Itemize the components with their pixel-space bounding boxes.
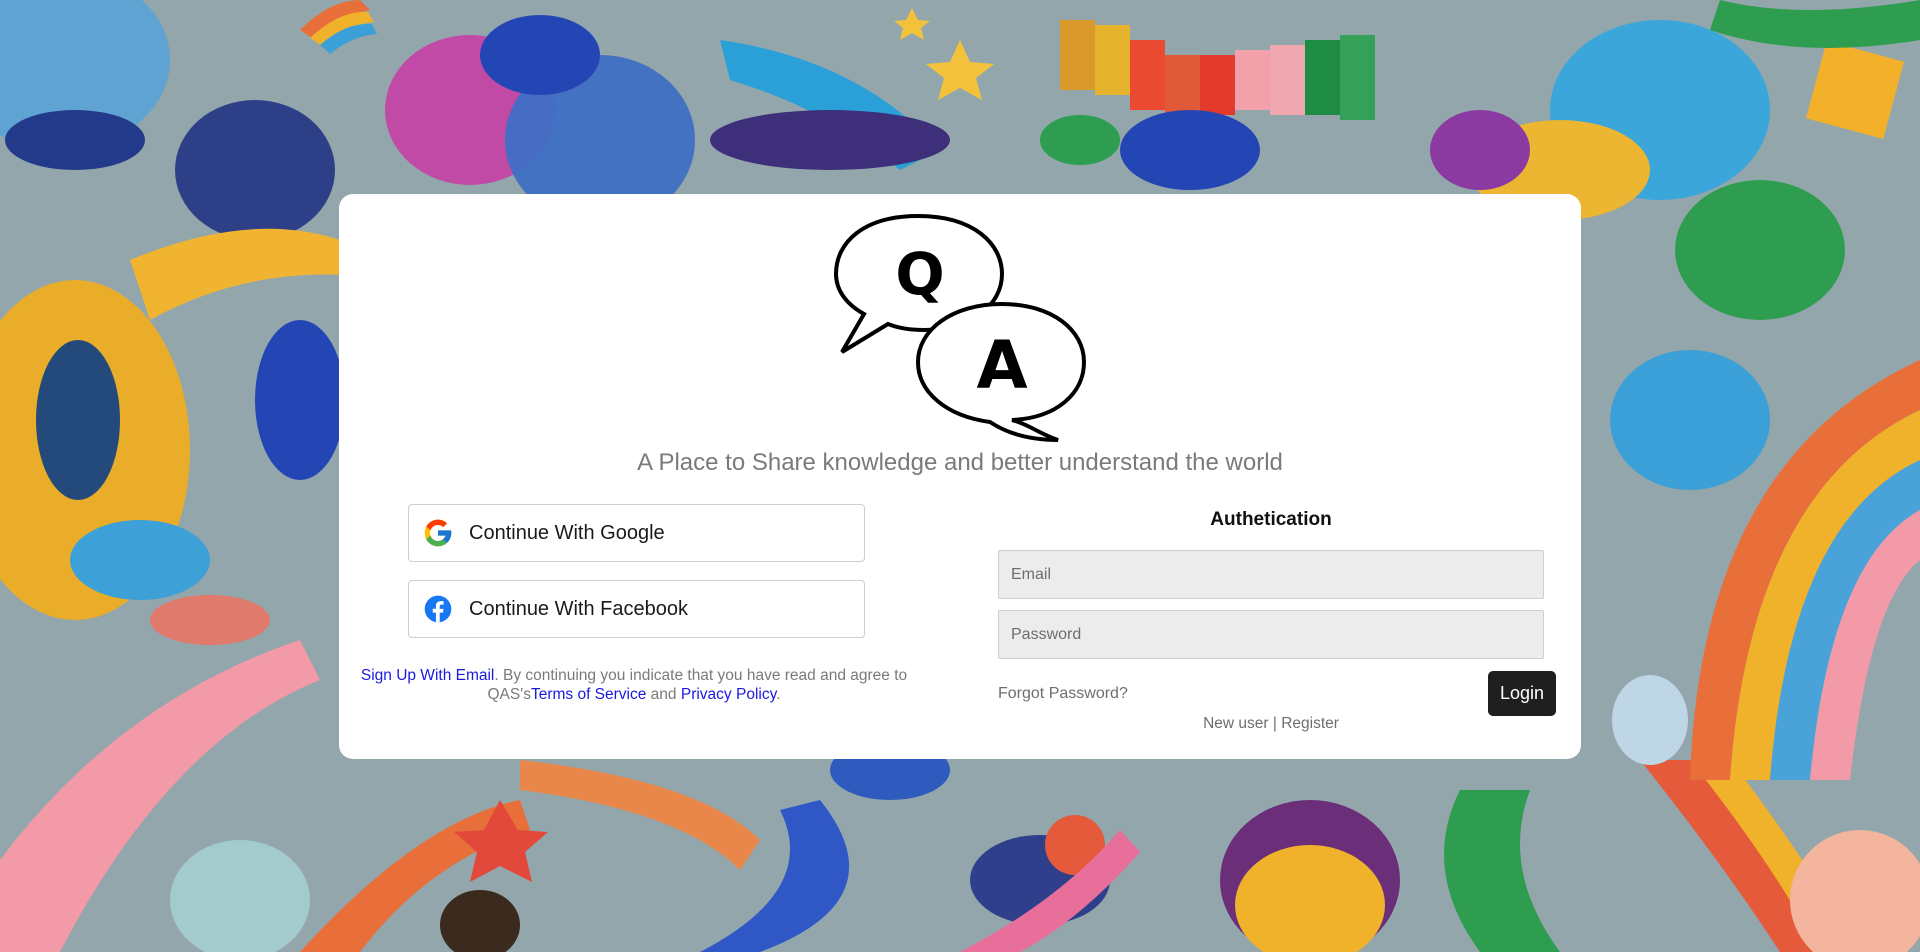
continue-with-facebook-button[interactable]: Continue With Facebook: [408, 580, 865, 638]
login-card: Q A A Place to Share knowledge and bette…: [339, 194, 1581, 759]
sign-up-with-email-link[interactable]: Sign Up With Email: [361, 667, 495, 684]
register-row: New user | Register: [998, 715, 1544, 733]
terms-notice-text-3: .: [776, 686, 781, 703]
register-separator: |: [1268, 715, 1282, 732]
register-link[interactable]: Register: [1281, 715, 1339, 732]
google-g-icon: [424, 519, 452, 547]
terms-notice-text-2: and: [646, 686, 681, 703]
terms-of-service-link[interactable]: Terms of Service: [531, 686, 646, 703]
facebook-button-label: Continue With Facebook: [469, 597, 689, 620]
continue-with-google-button[interactable]: Continue With Google: [408, 504, 865, 562]
email-field[interactable]: [998, 550, 1544, 599]
privacy-policy-link[interactable]: Privacy Policy: [681, 686, 776, 703]
auth-heading: Authetication: [1210, 509, 1332, 530]
new-user-link[interactable]: New user: [1203, 715, 1268, 732]
login-button[interactable]: Login: [1488, 671, 1556, 716]
logo-a-letter: A: [976, 327, 1027, 404]
logo-q-letter: Q: [895, 240, 944, 308]
forgot-password-link[interactable]: Forgot Password?: [998, 685, 1128, 703]
terms-notice: Sign Up With Email. By continuing you in…: [354, 666, 914, 704]
password-field[interactable]: [998, 610, 1544, 659]
qa-logo: Q A: [834, 213, 1087, 442]
facebook-f-icon: [424, 595, 452, 623]
google-button-label: Continue With Google: [469, 521, 665, 544]
tagline: A Place to Share knowledge and better un…: [637, 449, 1283, 476]
